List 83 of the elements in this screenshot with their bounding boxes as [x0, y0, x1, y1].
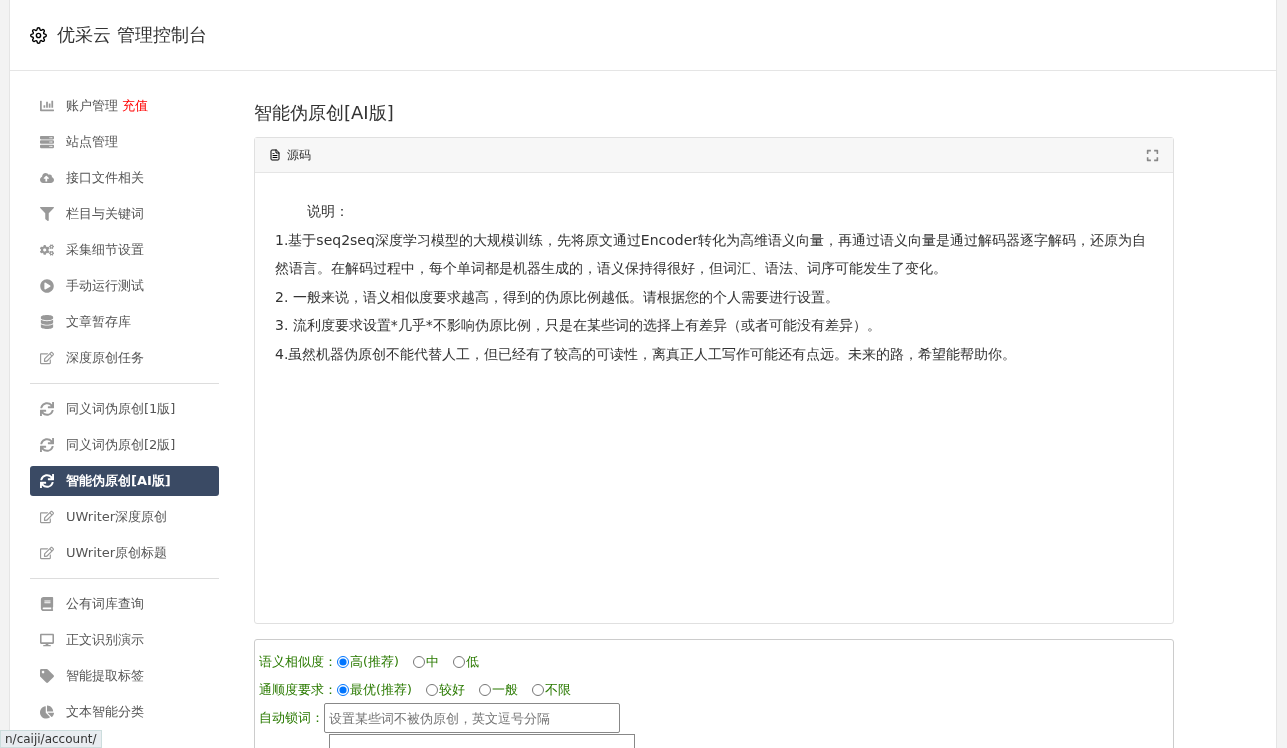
filter-icon [40, 207, 54, 221]
sidebar-label: UWriter深度原创 [66, 508, 168, 526]
sidebar-label: 智能提取标签 [66, 667, 144, 685]
editor-text-line: 4.虽然机器伪原创不能代替人工，但已经有了较高的可读性，离真正人工写作可能还有点远。未来的路，希望能帮助你。 [275, 344, 1018, 364]
radio-option[interactable]: 高(推荐) [337, 653, 399, 671]
console-title: 优采云 管理控制台 [57, 23, 207, 47]
sidebar-item[interactable]: 智能提取标签 [30, 661, 219, 691]
pie-chart-icon [40, 705, 54, 719]
sidebar-label: 账户管理 [66, 97, 118, 115]
sidebar-label: UWriter原创标题 [66, 544, 168, 562]
edit-icon [40, 510, 54, 524]
editor-text-line: 2. 一般来说，语义相似度要求越高，得到的伪原比例越低。请根据您的个人需要进行设置。 [275, 287, 840, 307]
radio-button[interactable] [337, 656, 349, 668]
radio-option[interactable]: 低 [452, 653, 479, 671]
editor-text-line: 3. 流利度要求设置*几乎*不影响伪原比例，只是在某些词的选择上有差异（或者可能没有差异）。 [275, 316, 882, 335]
sidebar-item[interactable]: 站点管理 [30, 127, 219, 157]
sidebar-item[interactable]: UWriter原创标题 [30, 538, 219, 568]
book-icon [40, 597, 54, 611]
file-icon [269, 149, 281, 161]
sidebar-label: 同义词伪原创[1版] [66, 400, 176, 418]
play-icon [40, 279, 54, 293]
radio-option[interactable]: 较好 [425, 681, 465, 699]
gears-icon [40, 243, 54, 257]
sidebar-item[interactable]: 同义词伪原创[1版] [30, 394, 219, 424]
sidebar-item[interactable]: 栏目与关键词 [30, 199, 219, 229]
text-field[interactable] [329, 734, 635, 748]
sidebar-label: 采集细节设置 [66, 241, 144, 259]
sidebar-label: 公有词库查询 [66, 595, 144, 613]
sync-icon [40, 402, 54, 416]
sync-icon [40, 474, 54, 488]
sidebar-item[interactable]: 公有词库查询 [30, 589, 219, 619]
sidebar-label: 文本智能分类 [66, 703, 144, 721]
page-title: 智能伪原创[AI版] [254, 101, 395, 125]
radio-option[interactable]: 最优(推荐) [337, 681, 412, 699]
field-label: 通顺度要求： [259, 681, 337, 699]
edit-icon [40, 351, 54, 365]
editor-text-line: 1.基于seq2seq深度学习模型的大规模训练，先将原文通过Encoder转化为高维语义向量，再通过语义向量是通过解码器逐字解码，还原为自然语言。在解码过程中，每个单词都是机器生成的，语义保持得很好，但词汇、语法、词序可能发生了变化。 [275, 230, 1148, 278]
tag-icon [40, 669, 54, 683]
radio-option[interactable]: 一般 [478, 681, 518, 699]
radio-option[interactable]: 中 [412, 653, 439, 671]
sidebar-item[interactable]: UWriter深度原创 [30, 502, 219, 532]
edit-icon [40, 546, 54, 560]
radio-option[interactable]: 不限 [531, 681, 571, 699]
sidebar-label: 正文识别演示 [66, 631, 144, 649]
sidebar-item[interactable]: 深度原创任务 [30, 343, 219, 373]
server-icon [40, 135, 54, 149]
sidebar-label: 手动运行测试 [66, 277, 144, 295]
sidebar-label: 接口文件相关 [66, 169, 144, 187]
bar-chart-icon [40, 99, 54, 113]
cloud-upload-icon [40, 171, 54, 185]
sidebar-label: 同义词伪原创[2版] [66, 436, 176, 454]
sidebar-item[interactable]: 账户管理 充值 [30, 91, 219, 121]
sidebar-item[interactable]: 正文识别演示 [30, 625, 219, 655]
sidebar-item[interactable]: 智能伪原创[AI版] [30, 466, 219, 496]
field-label: 自动锁词： [259, 709, 324, 727]
sidebar-item[interactable]: 接口文件相关 [30, 163, 219, 193]
sidebar-item[interactable]: 文本智能分类 [30, 697, 219, 727]
sync-icon [40, 438, 54, 452]
sidebar-label: 站点管理 [66, 133, 118, 151]
editor-text-line: 说明： [306, 202, 350, 221]
radio-button[interactable] [425, 684, 438, 696]
sidebar-label: 深度原创任务 [66, 349, 144, 367]
expand-icon[interactable] [1146, 148, 1159, 162]
recharge-link[interactable]: 充值 [122, 97, 148, 115]
sidebar-item[interactable]: 文章暂存库 [30, 307, 219, 337]
monitor-icon [40, 633, 54, 647]
database-icon [40, 315, 54, 329]
sidebar-label: 栏目与关键词 [66, 205, 144, 223]
radio-button[interactable] [478, 684, 491, 696]
sidebar-label: 智能伪原创[AI版] [66, 472, 171, 490]
source-tab[interactable]: 源码 [287, 146, 311, 164]
radio-button[interactable] [337, 684, 349, 696]
settings-icon [30, 26, 47, 44]
radio-button[interactable] [531, 684, 544, 696]
field-label: 语义相似度： [259, 653, 337, 671]
sidebar-item[interactable]: 手动运行测试 [30, 271, 219, 301]
sidebar-label: 文章暂存库 [66, 313, 131, 331]
status-url: n/caiji/account/ [0, 730, 102, 748]
sidebar-item[interactable]: 同义词伪原创[2版] [30, 430, 219, 460]
lock-words-input[interactable]: 设置某些词不被伪原创，英文逗号分隔 [324, 703, 620, 733]
sidebar-item[interactable]: 采集细节设置 [30, 235, 219, 265]
radio-button[interactable] [452, 656, 465, 668]
radio-button[interactable] [412, 656, 425, 668]
